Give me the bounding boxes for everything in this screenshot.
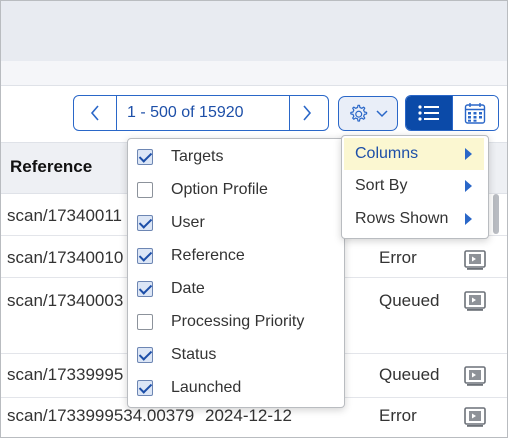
chevron-down-icon: [376, 109, 388, 117]
column-option-launched[interactable]: Launched: [128, 372, 344, 404]
menu-item-label: Columns: [355, 145, 419, 162]
row-reference: scan/1733999534.00379: [7, 406, 195, 425]
view-toggle: [405, 95, 499, 131]
chevron-right-icon: [303, 105, 312, 121]
menu-item-label: Rows Shown: [355, 210, 449, 227]
column-option-label: User: [171, 214, 205, 231]
row-status: Queued: [379, 365, 440, 384]
menu-item-rows-shown[interactable]: Rows Shown: [344, 203, 484, 235]
row-status: Error: [379, 406, 417, 425]
pagination: 1 - 500 of 15920: [73, 95, 329, 131]
column-option-option-profile[interactable]: Option Profile: [128, 174, 344, 206]
checkbox[interactable]: [137, 347, 153, 363]
column-option-status[interactable]: Status: [128, 339, 344, 371]
column-header-reference[interactable]: Reference: [10, 157, 92, 177]
next-page-button[interactable]: [286, 96, 328, 130]
list-view-button[interactable]: [406, 96, 452, 130]
menu-item-sort-by[interactable]: Sort By: [344, 170, 484, 202]
checkbox[interactable]: [137, 314, 153, 330]
view-report-icon[interactable]: [463, 365, 487, 387]
page-range-label[interactable]: 1 - 500 of 15920: [116, 95, 290, 131]
checkbox[interactable]: [137, 149, 153, 165]
column-option-label: Launched: [171, 379, 242, 396]
settings-button[interactable]: [338, 96, 398, 131]
top-bar: [1, 1, 507, 61]
view-report-icon[interactable]: [463, 406, 487, 428]
row-reference: scan/17340010: [7, 248, 124, 267]
menu-item-columns[interactable]: Columns: [344, 138, 484, 170]
columns-menu: Targets Option Profile User Reference Da…: [127, 138, 345, 408]
caret-right-icon: [465, 180, 472, 192]
checkbox[interactable]: [137, 215, 153, 231]
calendar-view-button[interactable]: [451, 96, 498, 130]
chevron-left-icon: [90, 105, 99, 121]
row-status: Queued: [379, 291, 440, 310]
column-option-date[interactable]: Date: [128, 273, 344, 305]
calendar-view-icon: [465, 103, 486, 124]
column-option-label: Targets: [171, 148, 224, 165]
column-option-label: Reference: [171, 247, 245, 264]
row-reference: scan/17339995: [7, 365, 124, 384]
settings-menu: Columns Sort By Rows Shown: [341, 135, 489, 239]
scrollbar-thumb[interactable]: [493, 194, 499, 234]
app-window: 1 - 500 of 15920 Reference scan/17340011…: [0, 0, 508, 438]
checkbox[interactable]: [137, 380, 153, 396]
column-option-label: Processing Priority: [171, 313, 305, 330]
gear-icon: [350, 104, 368, 122]
sub-bar: [1, 61, 507, 86]
prev-page-button[interactable]: [74, 96, 116, 130]
caret-right-icon: [465, 148, 472, 160]
row-date: 2024-12-12: [205, 406, 292, 425]
column-option-user[interactable]: User: [128, 207, 344, 239]
column-option-processing-priority[interactable]: Processing Priority: [128, 306, 344, 338]
checkbox[interactable]: [137, 248, 153, 264]
view-report-icon[interactable]: [463, 290, 487, 312]
column-option-targets[interactable]: Targets: [128, 141, 344, 173]
row-reference: scan/17340011: [7, 206, 123, 225]
checkbox[interactable]: [137, 281, 153, 297]
row-status: Error: [379, 248, 417, 267]
column-option-label: Status: [171, 346, 217, 363]
column-option-reference[interactable]: Reference: [128, 240, 344, 272]
view-report-icon[interactable]: [463, 249, 487, 271]
column-option-label: Date: [171, 280, 205, 297]
row-reference: scan/17340003: [7, 291, 124, 310]
menu-item-label: Sort By: [355, 177, 408, 194]
caret-right-icon: [465, 213, 472, 225]
column-option-label: Option Profile: [171, 181, 268, 198]
checkbox[interactable]: [137, 182, 153, 198]
list-view-icon: [418, 105, 439, 121]
